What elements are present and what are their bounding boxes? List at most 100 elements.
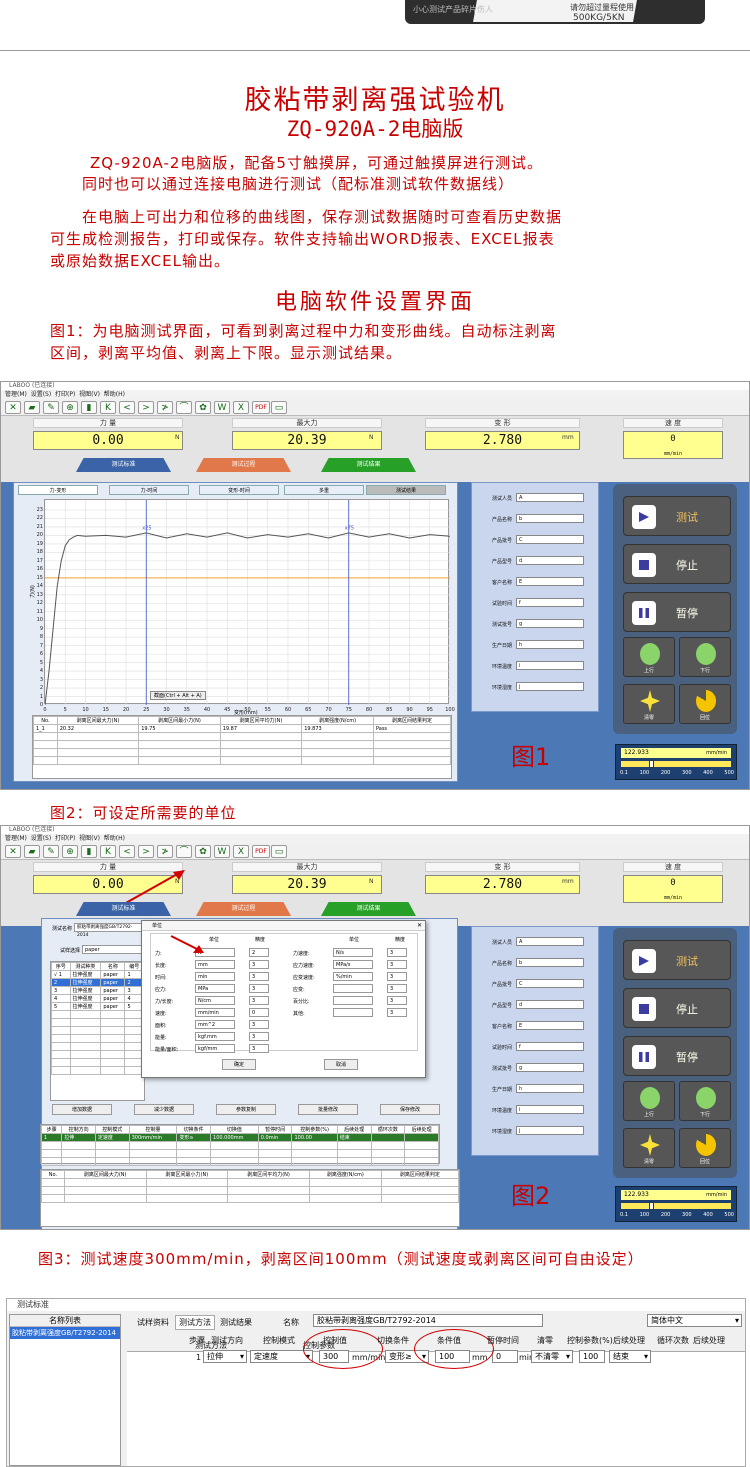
speed-slider-panel[interactable]: 122.933 mm/min 0.1 100 200 300 400 500 <box>615 1186 737 1222</box>
excel-icon[interactable]: X <box>233 845 249 858</box>
info-input[interactable]: A <box>516 493 584 502</box>
precision-select[interactable]: 3 <box>249 1032 269 1041</box>
unit-select[interactable]: mm/min <box>195 1008 235 1017</box>
menu-settings[interactable]: 设置(S) <box>31 835 52 842</box>
edit-button-1[interactable]: 减少数据 <box>134 1104 194 1115</box>
menu-settings[interactable]: 设置(S) <box>31 391 52 398</box>
up-button[interactable]: 上行 <box>623 1081 675 1121</box>
unit-select[interactable]: min <box>195 972 235 981</box>
unit-select[interactable]: mm <box>195 960 235 969</box>
table-row[interactable]: 5 拉伸强度 paper 5 <box>51 1002 144 1011</box>
info-input[interactable]: g <box>516 1063 584 1072</box>
tab-test-results[interactable]: 测试结果 <box>220 1317 252 1328</box>
next-icon[interactable]: > <box>138 845 154 858</box>
menu-manage[interactable]: 管理(M) <box>5 391 27 398</box>
name-input[interactable]: 胶粘带剥离强度GB/T2792-2014 <box>313 1314 543 1327</box>
word-icon[interactable]: W <box>214 845 230 858</box>
zoom-icon[interactable]: ⊕ <box>62 845 78 858</box>
open-icon[interactable]: ▰ <box>24 401 40 414</box>
info-input[interactable]: E <box>516 1021 584 1030</box>
info-input[interactable]: d <box>516 556 584 565</box>
test-name-input[interactable]: 胶粘带剥离强度GB/T2792-2014 <box>74 923 144 938</box>
menu-manage[interactable]: 管理(M) <box>5 835 27 842</box>
speed-slider-handle[interactable] <box>649 760 654 768</box>
unit-select[interactable] <box>333 984 373 993</box>
chart-tab-force-deform[interactable]: 力-变形 <box>18 485 98 495</box>
info-input[interactable]: j <box>516 682 584 691</box>
chart-tab-multi[interactable]: 多重 <box>284 485 364 495</box>
edit-icon[interactable]: ✎ <box>43 401 59 414</box>
tab-test-result[interactable]: 测试结果 <box>321 458 416 472</box>
test-button[interactable]: 测试 <box>623 940 731 980</box>
chart-tab-results[interactable]: 测试结果 <box>366 485 446 495</box>
monitor-icon[interactable]: ▭ <box>271 845 287 858</box>
pause-input[interactable]: 0 <box>492 1350 518 1363</box>
precision-select[interactable]: 0 <box>249 1008 269 1017</box>
delete-icon[interactable]: ▮ <box>81 401 97 414</box>
precision-select[interactable]: 3 <box>249 960 269 969</box>
table-row[interactable]: 2 拉伸强度 paper 2 <box>51 978 144 987</box>
precision-select[interactable]: 3 <box>387 960 407 969</box>
zoom-icon[interactable]: ⊕ <box>62 401 78 414</box>
precision-select[interactable]: 3 <box>387 984 407 993</box>
edit-button-4[interactable]: 保存修改 <box>380 1104 440 1115</box>
ok-button[interactable]: 确定 <box>222 1059 256 1070</box>
tab-test-process[interactable]: 测试过程 <box>196 902 291 916</box>
menu-help[interactable]: 帮助(H) <box>104 835 125 842</box>
info-input[interactable]: b <box>516 958 584 967</box>
direction-select[interactable]: 拉伸 ▾ <box>203 1350 247 1363</box>
info-input[interactable]: h <box>516 1084 584 1093</box>
speed-slider-handle[interactable] <box>649 1202 654 1210</box>
unit-select[interactable]: kgf.mm <box>195 1032 235 1041</box>
unit-select[interactable] <box>333 1008 373 1017</box>
precision-select[interactable]: 2 <box>249 948 269 957</box>
table-row[interactable]: 1 拉伸 定速度 300mm/min 变形≥ 100.000mm 0.0min 100.00 结… <box>40 1133 439 1142</box>
tab-test-standard[interactable]: 测试标准 <box>76 458 171 472</box>
prev-icon[interactable]: < <box>119 845 135 858</box>
info-input[interactable]: C <box>516 535 584 544</box>
open-icon[interactable]: ▰ <box>24 845 40 858</box>
language-select[interactable]: 简体中文 ▾ <box>647 1314 742 1327</box>
leaf-icon[interactable]: ✿ <box>195 401 211 414</box>
unit-select[interactable] <box>333 996 373 1005</box>
precision-select[interactable]: 3 <box>249 984 269 993</box>
unit-select[interactable]: kgf/mm <box>195 1044 235 1053</box>
menu-view[interactable]: 视图(V) <box>79 391 100 398</box>
after-select[interactable]: 结束 ▾ <box>609 1350 651 1363</box>
test-button[interactable]: 测试 <box>623 496 731 536</box>
precision-select[interactable]: 3 <box>387 948 407 957</box>
menu-print[interactable]: 打印(P) <box>55 391 75 398</box>
info-input[interactable]: f <box>516 1042 584 1051</box>
monitor-icon[interactable]: ▭ <box>271 401 287 414</box>
info-input[interactable]: d <box>516 1000 584 1009</box>
edit-button-2[interactable]: 参数复制 <box>216 1104 276 1115</box>
leaf-icon[interactable]: ✿ <box>195 845 211 858</box>
tool-icon[interactable]: ✕ <box>5 845 21 858</box>
last-icon[interactable]: ≯ <box>157 845 173 858</box>
edit-button-3[interactable]: 批量修改 <box>298 1104 358 1115</box>
info-input[interactable]: i <box>516 1105 584 1114</box>
word-icon[interactable]: W <box>214 401 230 414</box>
menu-view[interactable]: 视图(V) <box>79 835 100 842</box>
chart-tab-force-time[interactable]: 力-时间 <box>109 485 189 495</box>
reset-button[interactable]: 清零 <box>623 684 675 724</box>
tab-sample-info[interactable]: 试样资料 <box>137 1317 169 1328</box>
close-icon[interactable]: ✕ <box>417 922 422 929</box>
precision-select[interactable]: 3 <box>387 972 407 981</box>
force-deform-chart[interactable]: x25 x75 0 1 2 3 4 5 6 7 8 9 10 11 12 13 14 15 16 17 18 19 20 2… <box>37 499 455 713</box>
stop-button[interactable]: 停止 <box>623 544 731 584</box>
list-item[interactable]: 胶粘带剥离强度GB/T2792-2014 <box>10 1327 120 1339</box>
precision-select[interactable]: 3 <box>249 1020 269 1029</box>
pdf-icon[interactable]: PDF <box>252 401 270 414</box>
zero-select[interactable]: 不清零 ▾ <box>531 1350 573 1363</box>
table-row[interactable]: √ 1 拉伸强度 paper 1 <box>51 970 144 979</box>
tab-test-method[interactable]: 测试方法 <box>175 1315 215 1330</box>
info-input[interactable]: f <box>516 598 584 607</box>
info-input[interactable]: h <box>516 640 584 649</box>
info-input[interactable]: C <box>516 979 584 988</box>
pause-button[interactable]: 暂停 <box>623 592 731 632</box>
first-icon[interactable]: K <box>100 401 116 414</box>
tool-icon[interactable]: ✕ <box>5 401 21 414</box>
unit-select[interactable]: MPa <box>195 984 235 993</box>
info-input[interactable]: A <box>516 937 584 946</box>
